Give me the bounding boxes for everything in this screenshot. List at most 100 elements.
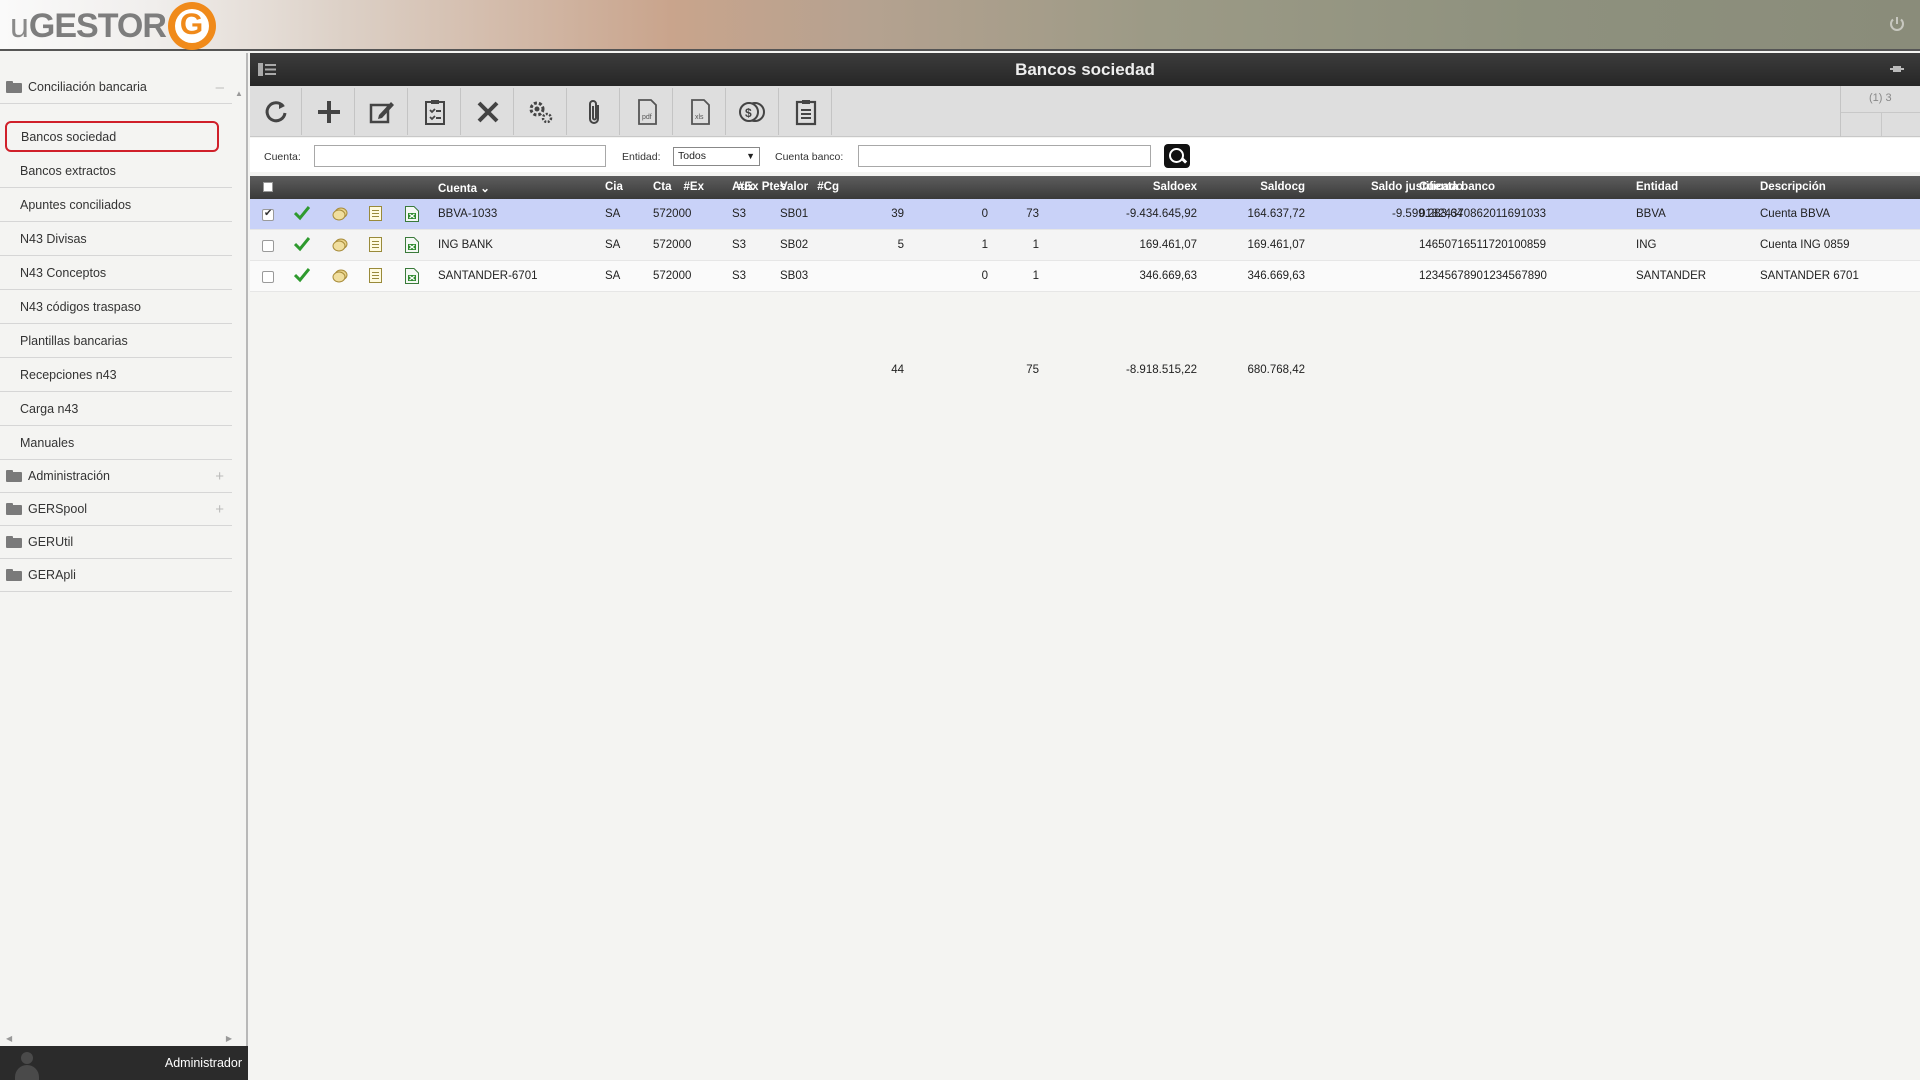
scroll-right-icon[interactable]: ▶ (226, 1034, 232, 1043)
document-icon[interactable] (369, 237, 382, 252)
sidebar-item-carga-n43[interactable]: Carga n43 (0, 392, 232, 426)
col-cg[interactable]: #Cg (817, 181, 839, 193)
coins-icon[interactable] (332, 269, 348, 283)
pager-count: (1) 3 (1869, 92, 1892, 104)
cell-cg: 1 (1032, 270, 1039, 282)
grid-header: Cuenta ⌄ Cia Cta Aux Valor #Ex #Ex Ptes … (250, 176, 1920, 199)
expand-icon[interactable]: + (215, 501, 224, 518)
excel-icon[interactable] (405, 268, 419, 284)
total-saldoex: -8.918.515,22 (1126, 364, 1197, 376)
table-row[interactable]: ING BANK SA 572000 S3 SB02 5 1 1 169.461… (250, 230, 1920, 261)
sidebar-item-plantillas-bancarias[interactable]: Plantillas bancarias (0, 324, 232, 358)
folder-icon (6, 503, 22, 515)
col-saldocg[interactable]: Saldocg (1220, 181, 1305, 193)
add-icon (317, 100, 340, 123)
row-checkbox[interactable] (262, 208, 274, 221)
collapse-icon[interactable]: – (216, 79, 224, 96)
sidebar-scrollbar[interactable]: ▲ ▼ (234, 89, 244, 1079)
pin-icon[interactable] (1890, 62, 1904, 79)
col-entidad[interactable]: Entidad (1636, 181, 1678, 193)
search-button[interactable] (1164, 144, 1190, 168)
folder-icon (6, 470, 22, 482)
excel-icon[interactable] (405, 237, 419, 253)
sidebar-item-bancos-sociedad[interactable]: Bancos sociedad (5, 121, 219, 152)
cell-cuenta-banco: 14650716511720100859 (1419, 239, 1547, 251)
clipboard-button[interactable] (780, 88, 832, 135)
cell-aux: S3 (732, 270, 747, 282)
checkmark-icon[interactable] (294, 205, 310, 221)
cell-valor: SB01 (780, 208, 809, 220)
sidebar-group-label: GERSpool (28, 502, 88, 516)
filter-bar: Cuenta: Entidad: Todos ▼ Cuenta banco: (250, 138, 1920, 172)
col-cta[interactable]: Cta (653, 181, 672, 193)
table-row[interactable]: SANTANDER-6701 SA 572000 S3 SB03 0 1 346… (250, 261, 1920, 292)
row-checkbox[interactable] (262, 240, 274, 252)
checkmark-icon[interactable] (294, 267, 310, 283)
cuenta-filter-input[interactable] (314, 145, 606, 167)
col-ex-ptes[interactable]: #Ex Ptes (738, 181, 786, 193)
sidebar-item-recepciones-n43[interactable]: Recepciones n43 (0, 358, 232, 392)
col-descripcion[interactable]: Descripción (1760, 181, 1826, 193)
sidebar-hscrollbar[interactable]: ◀ ▶ (0, 1034, 232, 1046)
sidebar-group-gerspool[interactable]: GERSpool + (0, 493, 232, 526)
cell-ex: 39 (891, 208, 904, 220)
scroll-up-icon[interactable]: ▲ (235, 89, 243, 98)
cell-aux: S3 (732, 239, 747, 251)
scroll-left-icon[interactable]: ◀ (6, 1034, 12, 1043)
cell-aux: S3 (732, 208, 747, 220)
power-icon[interactable] (1888, 15, 1906, 33)
checkmark-icon[interactable] (294, 236, 310, 252)
refresh-button[interactable] (250, 88, 302, 135)
add-button[interactable] (303, 88, 355, 135)
pdf-icon: pdf (637, 98, 657, 125)
export-xls-button[interactable]: xls (674, 88, 726, 135)
col-cia[interactable]: Cia (605, 181, 623, 193)
cell-cta: 572000 (653, 270, 692, 282)
col-cuenta-banco[interactable]: Cuenta banco (1419, 181, 1495, 193)
cuenta-banco-filter-input[interactable] (858, 145, 1151, 167)
cuenta-filter-label: Cuenta: (264, 151, 301, 163)
svg-text:$: $ (745, 106, 752, 120)
sidebar-group-gerapli[interactable]: GERApli (0, 559, 232, 592)
excel-icon[interactable] (405, 206, 419, 222)
delete-button[interactable] (462, 88, 514, 135)
sidebar-item-bancos-extractos[interactable]: Bancos extractos (0, 154, 232, 188)
settings-icon (529, 101, 552, 123)
sidebar-group-conciliacion[interactable]: Conciliación bancaria – (0, 71, 232, 104)
sidebar-item-n43-codigos-traspaso[interactable]: N43 códigos traspaso (0, 290, 232, 324)
expand-icon[interactable]: + (215, 468, 224, 485)
cell-valor: SB02 (780, 239, 809, 251)
user-name[interactable]: Administrador (165, 1056, 242, 1070)
col-saldoex[interactable]: Saldoex (1100, 181, 1197, 193)
export-pdf-button[interactable]: pdf (621, 88, 673, 135)
sidebar-group-administracion[interactable]: Administración + (0, 460, 232, 493)
checklist-button[interactable] (409, 88, 461, 135)
col-cuenta[interactable]: Cuenta ⌄ (438, 181, 490, 195)
document-icon[interactable] (369, 268, 382, 283)
cell-saldocg: 346.669,63 (1247, 270, 1305, 282)
entidad-select[interactable]: Todos ▼ (673, 147, 760, 166)
col-ex[interactable]: #Ex (684, 181, 704, 193)
app-logo: u GESTOR (10, 2, 216, 50)
sidebar-item-n43-divisas[interactable]: N43 Divisas (0, 222, 232, 256)
sidebar-item-manuales[interactable]: Manuales (0, 426, 232, 460)
coins-icon[interactable] (332, 207, 348, 221)
coins-button[interactable]: $ (727, 88, 779, 135)
select-all-checkbox[interactable] (263, 182, 273, 192)
coins-icon[interactable] (332, 238, 348, 252)
table-row[interactable]: BBVA-1033 SA 572000 S3 SB01 39 0 73 -9.4… (250, 199, 1920, 230)
sidebar-group-gerutil[interactable]: GERUtil (0, 526, 232, 559)
cell-entidad: ING (1636, 239, 1657, 251)
edit-button[interactable] (356, 88, 408, 135)
attachment-button[interactable] (568, 88, 620, 135)
document-icon[interactable] (369, 206, 382, 221)
checklist-icon (424, 99, 445, 125)
total-cg: 75 (1026, 364, 1039, 376)
sidebar-item-n43-conceptos[interactable]: N43 Conceptos (0, 256, 232, 290)
sidebar-item-apuntes-conciliados[interactable]: Apuntes conciliados (0, 188, 232, 222)
logo-mark (167, 2, 216, 50)
row-checkbox[interactable] (262, 271, 274, 283)
dropdown-arrow-icon: ▼ (746, 151, 755, 161)
cell-cuenta: BBVA-1033 (438, 208, 498, 220)
settings-button[interactable] (515, 88, 567, 135)
